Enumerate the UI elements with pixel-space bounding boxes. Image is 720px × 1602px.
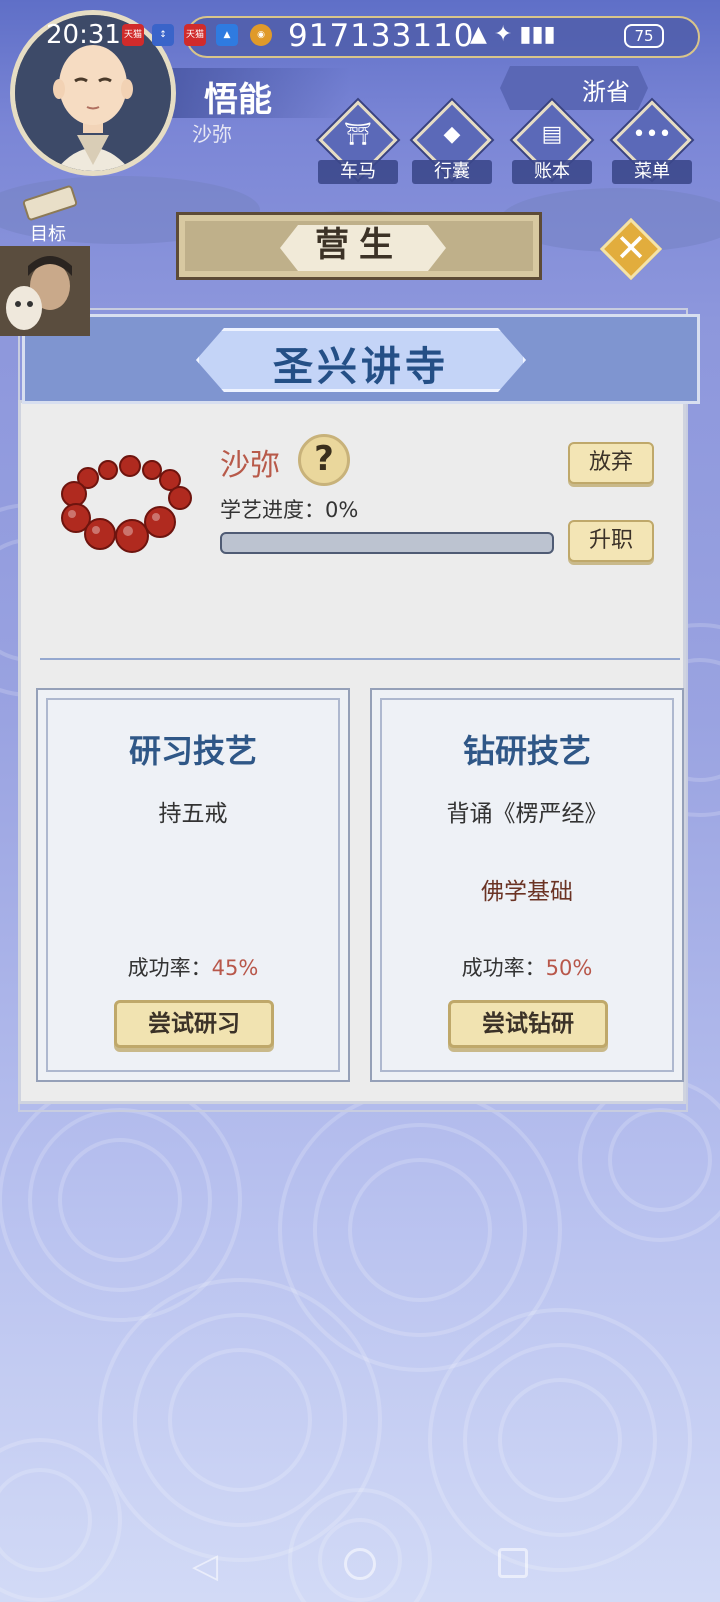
goal-label: 目标	[30, 224, 66, 245]
system-navigation-bar: ◁	[0, 1534, 720, 1594]
card-title: 钻研技艺	[462, 732, 591, 770]
gold-ingot-icon: ◉	[250, 24, 272, 46]
tmall-notification-icon: 天猫	[122, 24, 144, 46]
home-icon[interactable]	[344, 1548, 376, 1580]
scroll-icon	[21, 184, 79, 222]
study-progress-label: 学艺进度：0%	[220, 498, 359, 522]
section-divider	[40, 658, 680, 660]
nav-inventory-button[interactable]: ◆ 行囊	[412, 100, 492, 188]
card-item: 背诵《楞严经》	[446, 801, 608, 827]
close-button[interactable]: ✕	[599, 217, 663, 281]
bag-icon: ◆	[443, 122, 461, 147]
nav-label: 账本	[512, 160, 592, 184]
transfer-notification-icon: ↕	[152, 24, 174, 46]
success-rate: 成功率：50%	[372, 952, 682, 982]
carriage-icon: ⛩	[344, 122, 372, 147]
card-requirement: 佛学基础	[481, 879, 573, 905]
region-label: 浙省	[582, 78, 630, 106]
player-rank: 沙弥	[192, 122, 232, 146]
location-title: 圣兴讲寺	[273, 344, 449, 390]
card-item: 持五戒	[158, 801, 228, 827]
upload-icon: ▲	[216, 24, 238, 46]
money-value: 917133110	[288, 18, 475, 54]
floating-video-thumbnail[interactable]	[0, 246, 90, 336]
research-skill-card: 钻研技艺 背诵《楞严经》 佛学基础 成功率：50% 尝试钻研	[370, 688, 684, 1082]
abandon-button[interactable]: 放弃	[568, 442, 654, 484]
study-progress-bar	[220, 532, 554, 554]
person-photo-icon	[0, 246, 90, 336]
job-title: 沙弥	[220, 448, 280, 483]
study-skill-card: 研习技艺 持五戒 成功率：45% 尝试研习	[36, 688, 350, 1082]
promote-button[interactable]: 升职	[568, 520, 654, 562]
success-rate-label: 成功率：	[461, 956, 546, 980]
success-rate-value: 45%	[211, 956, 259, 980]
back-icon[interactable]: ◁	[192, 1546, 218, 1586]
goal-button[interactable]: 目标	[10, 184, 86, 245]
success-rate-label: 成功率：	[127, 956, 212, 980]
close-icon: ✕	[615, 226, 647, 270]
nav-carriage-button[interactable]: ⛩ 车马	[318, 100, 398, 188]
more-dots-icon: •••	[632, 122, 672, 147]
success-rate-value: 50%	[545, 956, 593, 980]
prayer-beads-icon	[61, 455, 192, 553]
card-title: 研习技艺	[128, 732, 257, 770]
clock: 20:31	[46, 20, 121, 50]
recent-apps-icon[interactable]	[498, 1548, 528, 1578]
help-question-icon[interactable]: ?	[298, 434, 350, 486]
try-study-button[interactable]: 尝试研习	[114, 1000, 274, 1048]
nav-ledger-button[interactable]: ▤ 账本	[512, 100, 592, 188]
battery-icon: 75	[624, 24, 664, 48]
tmall-notification-icon-2: 天猫	[184, 24, 206, 46]
player-name: 悟能	[204, 80, 272, 120]
banner-title: 营生	[315, 225, 403, 265]
nav-menu-button[interactable]: ••• 菜单	[612, 100, 692, 188]
nav-label: 菜单	[612, 160, 692, 184]
ledger-icon: ▤	[541, 122, 563, 147]
success-rate: 成功率：45%	[38, 952, 348, 982]
nav-label: 车马	[318, 160, 398, 184]
nav-label: 行囊	[412, 160, 492, 184]
network-signal-icons: ▲ ✦ ▮▮▮	[470, 22, 556, 47]
try-research-button[interactable]: 尝试钻研	[448, 1000, 608, 1048]
